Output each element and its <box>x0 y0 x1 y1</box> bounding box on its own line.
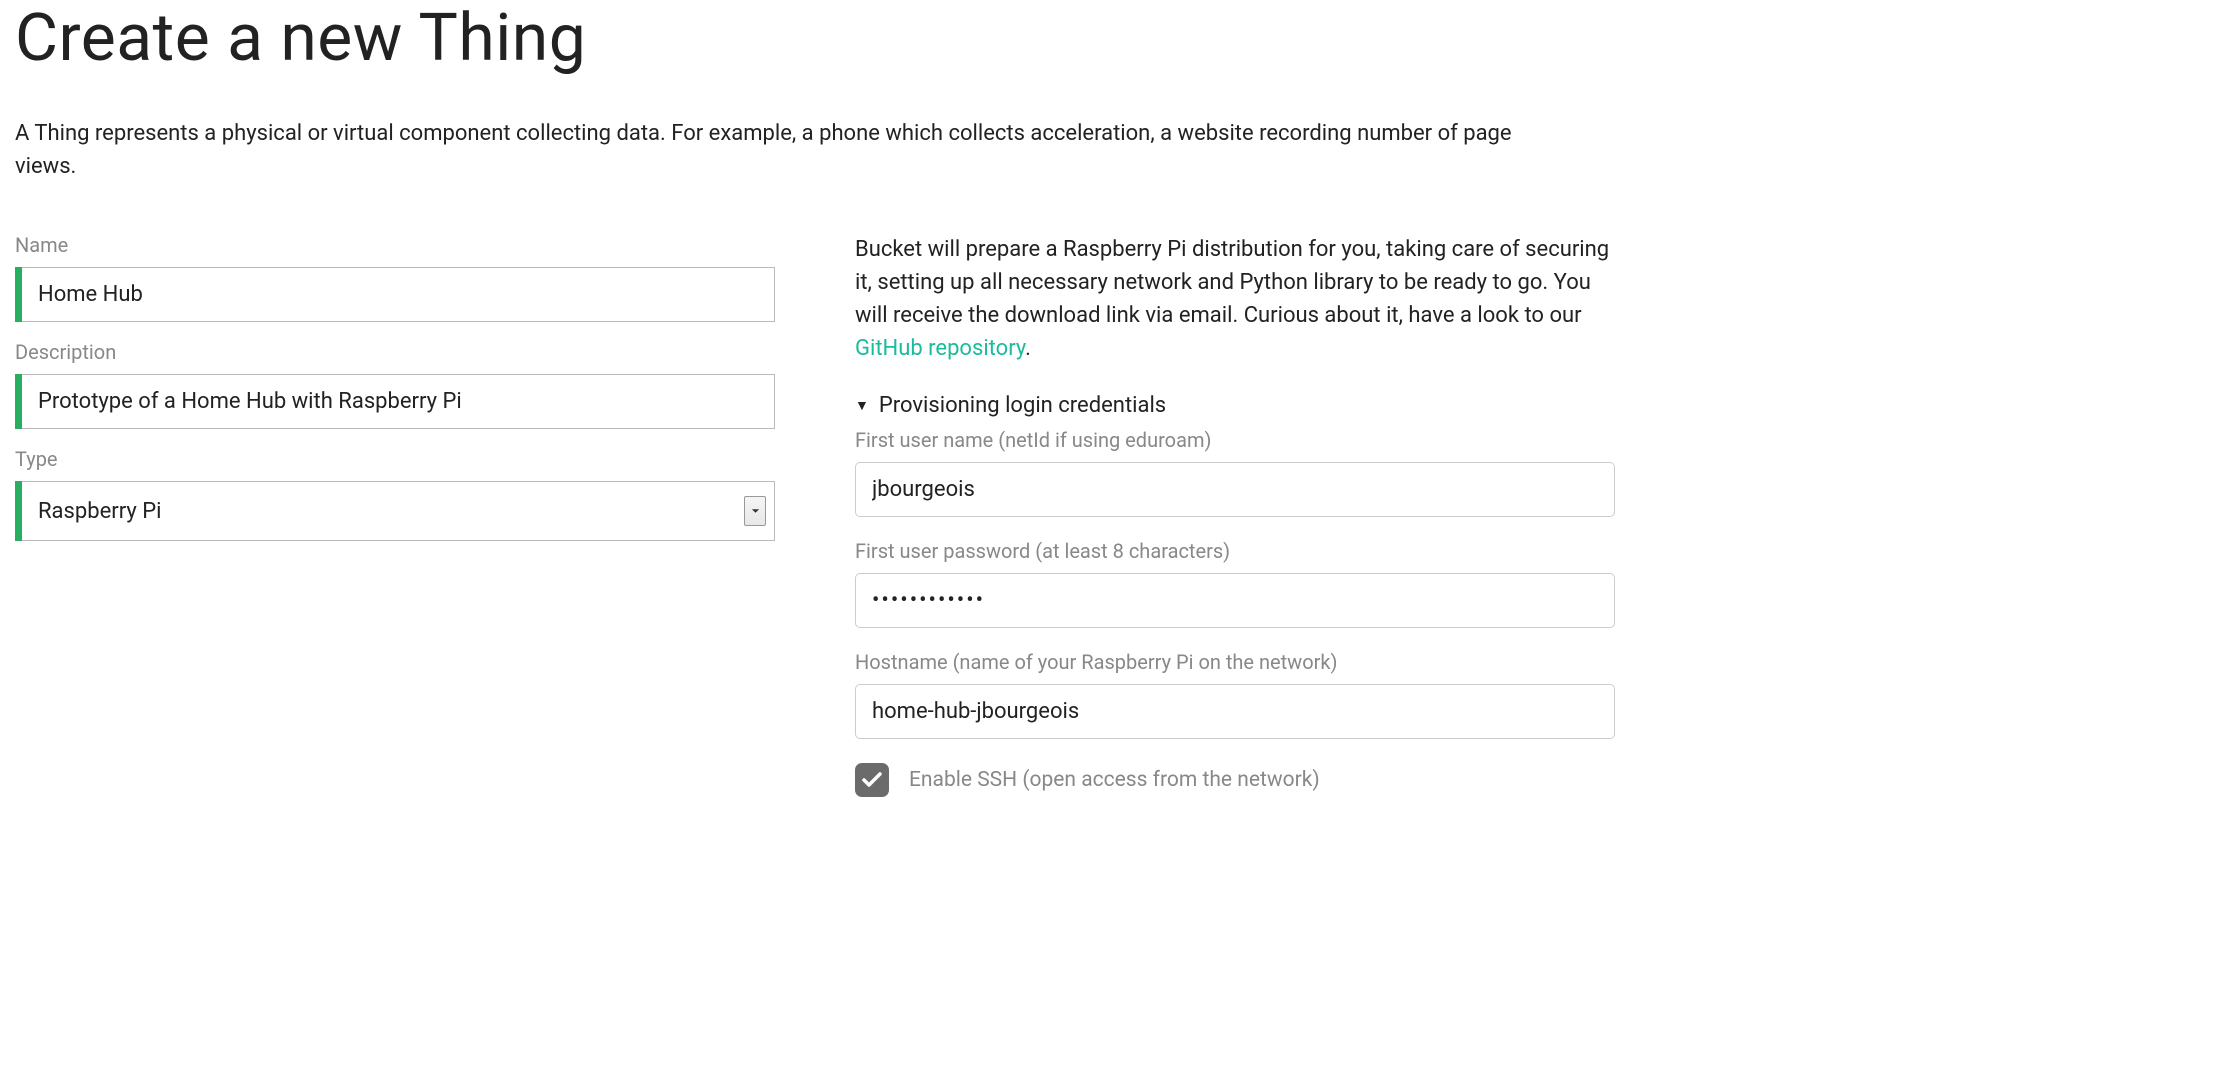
provisioning-title: Provisioning login credentials <box>879 393 1166 418</box>
name-input[interactable] <box>22 267 775 322</box>
description-input-wrap <box>15 374 775 429</box>
hostname-input[interactable] <box>855 684 1615 739</box>
left-column: Name Description Type Raspberry Pi <box>15 233 775 797</box>
description-input[interactable] <box>22 374 775 429</box>
type-select-value: Raspberry Pi <box>38 499 744 524</box>
name-field-group: Name <box>15 233 775 322</box>
description-accent-bar <box>15 374 22 429</box>
right-column: Bucket will prepare a Raspberry Pi distr… <box>855 233 1615 797</box>
form-columns: Name Description Type Raspberry Pi <box>15 233 2205 797</box>
description-field-group: Description <box>15 340 775 429</box>
password-label: First user password (at least 8 characte… <box>855 539 1615 563</box>
ssh-checkbox[interactable] <box>855 763 889 797</box>
username-input[interactable] <box>855 462 1615 517</box>
page-title: Create a new Thing <box>15 0 2205 77</box>
chevron-down-icon <box>744 496 766 526</box>
name-label: Name <box>15 233 775 257</box>
right-intro-prefix: Bucket will prepare a Raspberry Pi distr… <box>855 237 1609 328</box>
password-input[interactable] <box>855 573 1615 628</box>
check-icon <box>862 772 882 788</box>
type-select-wrap: Raspberry Pi <box>15 481 775 541</box>
name-input-wrap <box>15 267 775 322</box>
name-accent-bar <box>15 267 22 322</box>
right-intro-text: Bucket will prepare a Raspberry Pi distr… <box>855 233 1615 365</box>
github-link[interactable]: GitHub repository <box>855 336 1025 361</box>
intro-text: A Thing represents a physical or virtual… <box>15 117 1545 183</box>
disclosure-arrow-icon: ▼ <box>855 397 869 414</box>
type-select[interactable]: Raspberry Pi <box>22 481 775 541</box>
type-accent-bar <box>15 481 22 541</box>
type-label: Type <box>15 447 775 471</box>
hostname-label: Hostname (name of your Raspberry Pi on t… <box>855 650 1615 674</box>
provisioning-disclosure[interactable]: ▼ Provisioning login credentials <box>855 393 1615 418</box>
ssh-checkbox-row: Enable SSH (open access from the network… <box>855 763 1615 797</box>
type-field-group: Type Raspberry Pi <box>15 447 775 541</box>
ssh-checkbox-label: Enable SSH (open access from the network… <box>909 768 1320 792</box>
right-intro-suffix: . <box>1025 336 1031 361</box>
description-label: Description <box>15 340 775 364</box>
username-label: First user name (netId if using eduroam) <box>855 428 1615 452</box>
